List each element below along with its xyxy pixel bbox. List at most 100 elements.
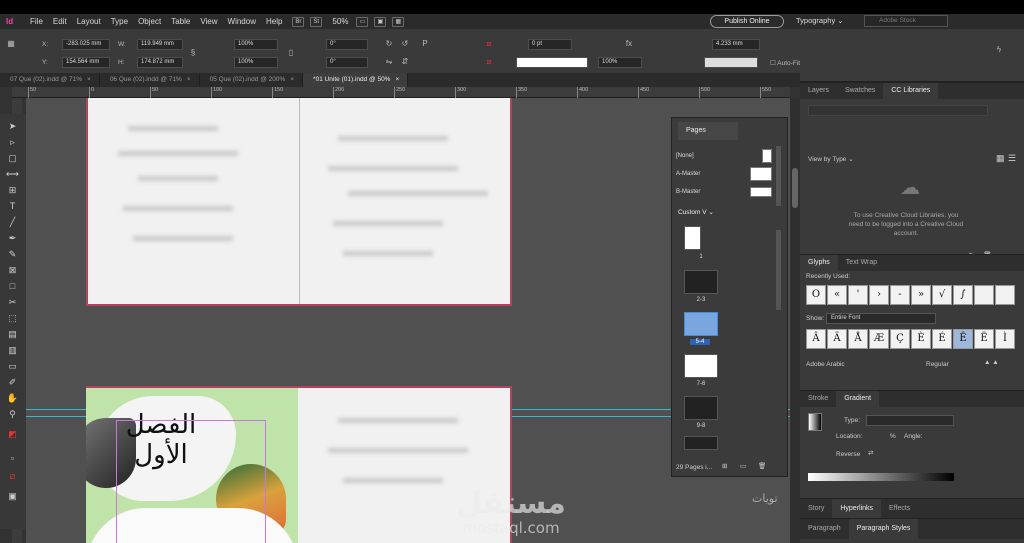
stock-search-input[interactable]: Adobe Stock xyxy=(864,15,948,27)
gap-tool-icon[interactable]: ⟷ xyxy=(6,168,19,181)
fx-icon[interactable]: fx xyxy=(624,39,634,49)
tab-06-que[interactable]: 06 Que (02).indd @ 71% × xyxy=(100,73,200,87)
recent-glyph[interactable] xyxy=(974,285,994,305)
recent-glyph[interactable] xyxy=(995,285,1015,305)
stroke-weight-field[interactable]: 0 pt xyxy=(528,39,572,50)
menu-view[interactable]: View xyxy=(200,17,217,26)
glyph[interactable]: É xyxy=(932,329,952,349)
tab-05-que[interactable]: 05 Que (02).indd @ 200% × xyxy=(200,73,304,87)
zoom-level[interactable]: 50% xyxy=(332,17,348,26)
bridge-button[interactable]: Br xyxy=(292,16,305,27)
width-field[interactable]: 119.949 mm xyxy=(137,39,183,50)
zoom-tool-icon[interactable]: ⚲ xyxy=(6,408,19,421)
constrain-proportions-icon[interactable]: § xyxy=(188,48,198,58)
pencil-tool-icon[interactable]: ✎ xyxy=(6,248,19,261)
tab-gradient[interactable]: Gradient xyxy=(836,391,880,407)
menu-window[interactable]: Window xyxy=(228,17,256,26)
constrain-scale-icon[interactable]: ▯ xyxy=(286,48,296,58)
close-icon[interactable]: × xyxy=(290,76,294,83)
library-search-input[interactable] xyxy=(808,105,988,116)
tab-stroke[interactable]: Stroke xyxy=(800,391,836,407)
publish-online-button[interactable]: Publish Online xyxy=(710,15,784,28)
close-icon[interactable]: × xyxy=(187,76,191,83)
menu-object[interactable]: Object xyxy=(138,17,161,26)
page-thumbnail-1[interactable] xyxy=(684,226,701,250)
stock-button[interactable]: St xyxy=(310,16,323,27)
tab-story[interactable]: Story xyxy=(800,499,832,519)
new-page-icon[interactable]: ⊞ xyxy=(722,462,727,470)
masters-scrollbar[interactable] xyxy=(776,146,781,206)
formatting-affects-icon[interactable]: ▫ xyxy=(6,452,19,465)
glyph[interactable]: Ì xyxy=(995,329,1015,349)
reverse-gradient-icon[interactable]: ⇄ xyxy=(868,449,873,457)
auto-fit-checkbox[interactable]: ☐ Auto-Fit xyxy=(770,59,800,67)
size-field[interactable]: 4.233 mm xyxy=(712,39,760,50)
page-thumbnail-9-8[interactable] xyxy=(684,396,718,420)
menu-table[interactable]: Table xyxy=(171,17,190,26)
menu-edit[interactable]: Edit xyxy=(53,17,67,26)
fill-none-icon[interactable]: ⧄ xyxy=(484,39,494,49)
workspace-switcher[interactable]: Typography ⌄ xyxy=(796,16,844,25)
page-thumbnail-7-6[interactable] xyxy=(684,354,718,378)
x-field[interactable]: -283.025 mm xyxy=(62,39,110,50)
glyph[interactable]: Â xyxy=(806,329,826,349)
fill-stroke-icon[interactable]: ◩ xyxy=(6,428,19,441)
shear-field[interactable]: 0° xyxy=(326,57,368,68)
recent-glyph[interactable]: « xyxy=(827,285,847,305)
tab-swatches[interactable]: Swatches xyxy=(837,83,883,99)
arrange-documents-icon[interactable]: ▦ xyxy=(392,16,405,27)
pages-panel-tab[interactable]: Pages xyxy=(678,122,738,140)
apply-none-icon[interactable]: ⧄ xyxy=(6,470,19,483)
rotation-field[interactable]: 0° xyxy=(326,39,368,50)
tab-text-wrap[interactable]: Text Wrap xyxy=(838,255,885,271)
recent-glyph[interactable]: - xyxy=(890,285,910,305)
tab-01-unite[interactable]: *01 Unite (01).indd @ 50% × xyxy=(303,73,409,87)
lightning-icon[interactable]: ϟ xyxy=(994,45,1004,55)
content-collector-icon[interactable]: ⊞ xyxy=(6,184,19,197)
tab-effects[interactable]: Effects xyxy=(881,499,918,519)
recent-glyph[interactable]: › xyxy=(869,285,889,305)
grid-view-icon[interactable]: ▦ xyxy=(996,153,1005,164)
list-view-icon[interactable]: ☰ xyxy=(1008,153,1016,164)
recent-glyph[interactable]: O xyxy=(806,285,826,305)
tab-cc-libraries[interactable]: CC Libraries xyxy=(883,83,939,99)
rotate-ccw-icon[interactable]: ↺ xyxy=(400,39,410,49)
y-field[interactable]: 154.564 mm xyxy=(62,57,110,68)
show-dropdown[interactable]: Entire Font xyxy=(826,313,936,324)
menu-file[interactable]: File xyxy=(30,17,43,26)
height-field[interactable]: 174.872 mm xyxy=(137,57,183,68)
glyph[interactable]: Ë xyxy=(974,329,994,349)
type-tool-icon[interactable]: T xyxy=(6,200,19,213)
spread-top[interactable] xyxy=(86,98,512,306)
master-a[interactable]: A-Master xyxy=(676,166,772,182)
glyph[interactable]: Å xyxy=(848,329,868,349)
stroke-type-dropdown[interactable] xyxy=(516,57,588,68)
page-thumbnail-next[interactable] xyxy=(684,436,718,450)
recent-glyph[interactable]: ∫ xyxy=(953,285,973,305)
flip-horizontal-icon[interactable]: ⇋ xyxy=(384,57,394,67)
screen-mode-icon[interactable]: ▣ xyxy=(374,16,387,27)
hand-tool-icon[interactable]: ✋ xyxy=(6,392,19,405)
canvas-scrollbar-thumb[interactable] xyxy=(792,168,798,208)
note-tool-icon[interactable]: ▭ xyxy=(6,360,19,373)
flip-vertical-icon[interactable]: ⇵ xyxy=(400,57,410,67)
opacity-field[interactable]: 100% xyxy=(598,57,642,68)
tab-paragraph-styles[interactable]: Paragraph Styles xyxy=(848,519,919,539)
free-transform-tool-icon[interactable]: ⬚ xyxy=(6,312,19,325)
page-tool-icon[interactable]: ▢ xyxy=(6,152,19,165)
fill-frame-field[interactable] xyxy=(704,57,758,68)
pages-scrollbar[interactable] xyxy=(776,230,781,310)
canvas-scrollbar[interactable] xyxy=(790,98,800,543)
recent-glyph[interactable]: ' xyxy=(848,285,868,305)
glyph[interactable]: È xyxy=(911,329,931,349)
recent-glyph[interactable]: √ xyxy=(932,285,952,305)
glyph[interactable]: Æ xyxy=(869,329,889,349)
pen-tool-icon[interactable]: ✒ xyxy=(6,232,19,245)
gradient-ramp[interactable] xyxy=(808,473,954,481)
page-thumbnail-2-3[interactable] xyxy=(684,270,718,294)
glyph-font-family[interactable]: Adobe Arabic xyxy=(806,361,845,368)
direct-selection-tool-icon[interactable]: ▹ xyxy=(6,136,19,149)
gradient-type-dropdown[interactable] xyxy=(866,415,954,426)
edit-page-size-icon[interactable]: ▭ xyxy=(740,462,746,470)
select-container-icon[interactable]: P xyxy=(420,39,430,49)
